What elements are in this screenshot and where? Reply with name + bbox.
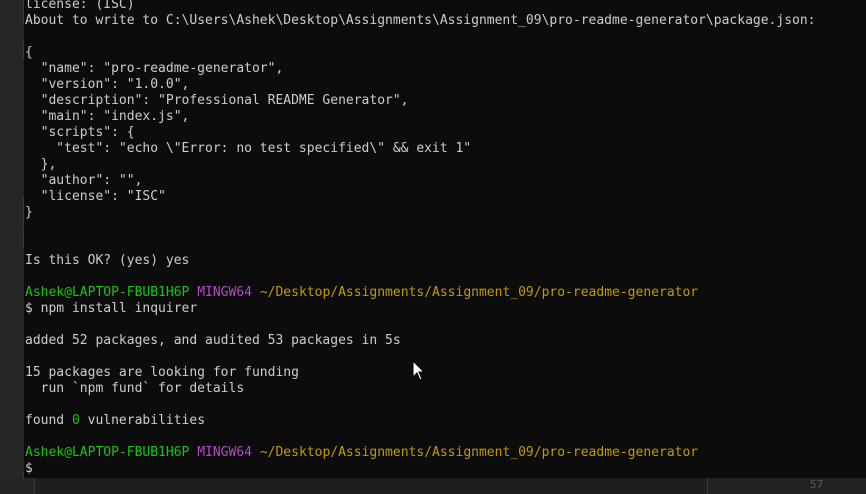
prompt-path: ~/Desktop/Assignments/Assignment_09/pro-…	[259, 445, 699, 460]
prompt-user-host: Ashek@LAPTOP-FBUB1H6P	[25, 445, 190, 460]
terminal-window[interactable]: license: (ISC) About to write to C:\User…	[24, 0, 866, 478]
npm-added-line: added 52 packages, and audited 53 packag…	[25, 333, 401, 348]
editor-gutter	[0, 0, 24, 494]
json-close: }	[25, 205, 33, 220]
package-json-path: C:\Users\Ashek\Desktop\Assignments\Assig…	[165, 13, 816, 28]
json-test: "test": "echo \"Error: no test specified…	[25, 141, 472, 156]
status-segment	[34, 478, 707, 494]
about-prefix: About to write to	[25, 13, 166, 28]
json-main: "main": "index.js",	[25, 109, 190, 124]
json-author: "author": "",	[25, 173, 143, 188]
fund-hint-line: run `npm fund` for details	[25, 381, 245, 396]
vulnerabilities-line: found 0 vulnerabilities	[25, 413, 205, 429]
shell-prompt: Ashek@LAPTOP-FBUB1H6P MINGW64 ~/Desktop/…	[25, 445, 698, 461]
status-bar: 57	[0, 478, 866, 494]
prompt-user-host: Ashek@LAPTOP-FBUB1H6P	[25, 285, 190, 300]
prompt-shell: MINGW64	[197, 445, 252, 460]
prompt-path: ~/Desktop/Assignments/Assignment_09/pro-…	[259, 285, 699, 300]
mouse-pointer-icon	[412, 359, 426, 381]
vulnerability-count: 0	[71, 413, 80, 428]
shell-prompt: Ashek@LAPTOP-FBUB1H6P MINGW64 ~/Desktop/…	[25, 285, 698, 301]
prompt-shell: MINGW64	[197, 285, 252, 300]
confirm-line: Is this OK? (yes) yes	[25, 253, 190, 268]
license-line: license: (ISC)	[25, 0, 135, 12]
json-name: "name": "pro-readme-generator",	[25, 61, 284, 76]
line-number: 57	[810, 478, 824, 491]
json-scripts-open: "scripts": {	[25, 125, 135, 140]
about-to-write-line: About to write to C:\Users\Ashek\Desktop…	[25, 13, 816, 29]
status-segment	[707, 478, 866, 494]
json-open: {	[25, 45, 33, 60]
json-license: "license": "ISC"	[25, 189, 166, 204]
input-prompt[interactable]: $	[25, 461, 33, 477]
found-suffix: vulnerabilities	[79, 413, 206, 428]
json-scripts-close: },	[25, 157, 57, 172]
found-prefix: found	[25, 413, 72, 428]
json-version: "version": "1.0.0",	[25, 77, 190, 92]
json-description: "description": "Professional README Gene…	[25, 93, 409, 108]
command-line: $ npm install inquirer	[25, 301, 198, 316]
funding-line: 15 packages are looking for funding	[25, 365, 299, 380]
